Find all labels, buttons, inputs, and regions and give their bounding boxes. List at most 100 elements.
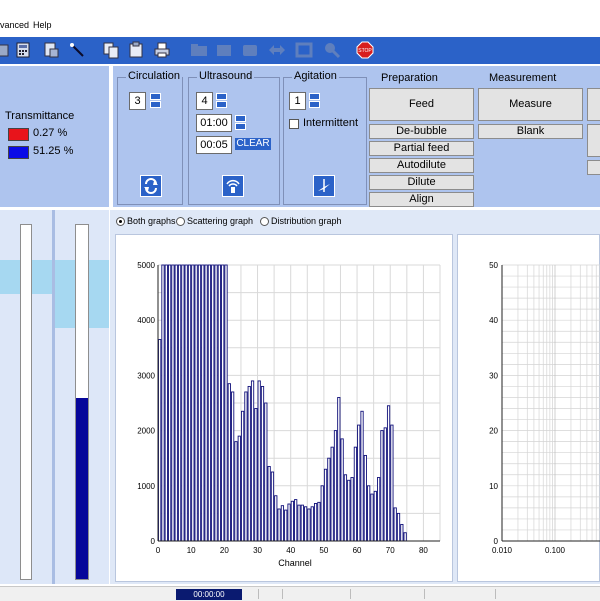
feed-button[interactable]: Feed [369, 88, 474, 121]
y-tick-label: 0 [151, 537, 156, 546]
menu-advanced[interactable]: vanced [0, 20, 29, 30]
partial-button-3[interactable] [587, 160, 600, 175]
right-transmittance-bar [75, 224, 89, 580]
copy-icon[interactable] [102, 41, 120, 59]
scatter-bar [191, 264, 195, 542]
align-button[interactable]: Align [369, 192, 474, 207]
agitation-spinner[interactable] [309, 93, 320, 109]
wand-icon[interactable] [68, 41, 86, 59]
wrench-icon[interactable] [0, 41, 12, 59]
red-indicator-swatch [8, 128, 29, 141]
autodilute-button[interactable]: Autodilute [369, 158, 474, 173]
x-tick-label: 0 [156, 546, 161, 555]
menu-help[interactable]: Help [33, 20, 52, 30]
scatter-bar [320, 485, 324, 542]
scatter-bar [184, 264, 188, 542]
scatter-bar [350, 477, 354, 542]
scatter-bar [227, 383, 231, 542]
blank-button[interactable]: Blank [478, 124, 583, 139]
x-tick-label: 20 [220, 546, 229, 555]
y-tick-label: 1000 [137, 482, 155, 491]
measure-button[interactable]: Measure [478, 88, 583, 121]
folder-icon[interactable] [190, 41, 208, 59]
scatter-bar [217, 264, 221, 542]
scatter-bar [340, 438, 344, 542]
scatter-bar [367, 485, 371, 542]
y-tick-label: 40 [489, 316, 498, 325]
scatter-bar [313, 503, 318, 542]
measurement-title: Measurement [489, 72, 557, 84]
partial-button-2[interactable] [587, 124, 600, 157]
status-time: 00:00:00 [176, 589, 242, 600]
agitation-icon[interactable] [313, 175, 335, 197]
partial-feed-button[interactable]: Partial feed [369, 141, 474, 156]
agitation-group: Agitation 1 Intermittent [283, 70, 367, 205]
intermittent-checkbox[interactable] [289, 119, 299, 129]
scattering-chart: 0 1000 2000 3000 4000 5000 0 10 20 30 40 50 60 70 80 Ch… [137, 261, 441, 568]
bar-panel [0, 210, 109, 584]
ultrasound-time1[interactable]: 01:00 [196, 114, 232, 132]
scatter-bar [360, 410, 364, 542]
ultrasound-icon[interactable] [222, 175, 244, 197]
partial-button-1[interactable] [587, 88, 600, 121]
scatter-bar [310, 506, 314, 542]
intermittent-label: Intermittent [303, 117, 359, 129]
box-icon[interactable] [241, 41, 259, 59]
y-tick-label: 3000 [137, 371, 155, 380]
scatter-bar [290, 500, 294, 542]
y-tick-label: 4000 [137, 316, 155, 325]
calculator-icon[interactable] [14, 41, 32, 59]
clipboard-icon[interactable] [127, 41, 145, 59]
radio-distribution-label: Distribution graph [271, 216, 342, 226]
scatter-bar [211, 264, 215, 542]
circulation-value[interactable]: 3 [129, 92, 146, 110]
scatter-bar [207, 264, 212, 542]
radio-scattering[interactable] [176, 217, 185, 226]
radio-dot [119, 220, 122, 223]
status-divider-2 [282, 589, 283, 599]
scatter-bar [287, 503, 291, 542]
ultrasound-level-spinner[interactable] [216, 93, 227, 109]
scatter-bar [214, 264, 218, 542]
right-bar-fill [76, 397, 88, 579]
ultrasound-time1-spinner[interactable] [235, 115, 246, 131]
toolbar: STOP [0, 37, 600, 64]
y-tick-label: 50 [489, 261, 498, 270]
ultrasound-level[interactable]: 4 [196, 92, 213, 110]
radio-both[interactable] [116, 217, 125, 226]
dilute-button[interactable]: Dilute [369, 175, 474, 190]
scatter-bar [264, 402, 268, 542]
scatter-bar [323, 468, 328, 542]
agitation-value[interactable]: 1 [289, 92, 306, 110]
document-icon[interactable] [42, 41, 60, 59]
stack-icon[interactable] [215, 41, 233, 59]
scatter-bar [284, 509, 288, 542]
frame-icon[interactable] [295, 41, 313, 59]
print-icon[interactable] [153, 41, 171, 59]
scatter-bar [254, 408, 258, 542]
debubble-button[interactable]: De-bubble [369, 124, 474, 139]
scatter-bar [373, 490, 377, 542]
circulation-spinner[interactable] [150, 93, 161, 109]
scatter-bar [247, 385, 251, 542]
circulation-group: Circulation 3 [117, 70, 183, 205]
radio-distribution[interactable] [260, 217, 269, 226]
scatter-bar [347, 479, 351, 542]
magnify-icon[interactable] [323, 41, 341, 59]
radio-scattering-label: Scattering graph [187, 216, 254, 226]
preparation-title: Preparation [381, 72, 438, 84]
scatter-bar [194, 264, 198, 542]
scatter-bar [357, 424, 361, 542]
arrow-icon[interactable] [268, 41, 286, 59]
radio-both-label: Both graphs [127, 216, 176, 226]
scatter-bar [274, 495, 278, 542]
blue-transmittance-value: 51.25 % [33, 145, 74, 157]
clear-button[interactable]: CLEAR [235, 138, 271, 150]
ultrasound-time2[interactable]: 00:05 [196, 136, 232, 154]
scatter-bar [234, 441, 238, 542]
x-tick-label: 60 [353, 546, 362, 555]
circulation-icon[interactable] [140, 175, 162, 197]
scatter-bar [307, 508, 311, 542]
bar-divider [52, 210, 55, 584]
stop-icon[interactable]: STOP [356, 41, 374, 59]
